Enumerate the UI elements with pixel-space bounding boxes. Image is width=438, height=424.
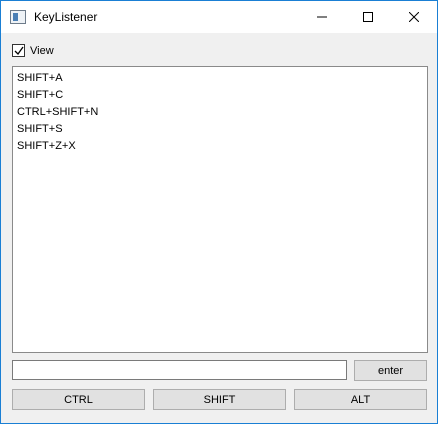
minimize-button[interactable] [299,1,345,33]
window-app-icon [10,10,26,24]
key-log-list[interactable]: SHIFT+A SHIFT+C CTRL+SHIFT+N SHIFT+S SHI… [12,66,428,353]
close-button[interactable] [391,1,437,33]
checkmark-icon [14,46,24,55]
close-icon [409,12,419,22]
view-checkbox-label: View [30,44,54,57]
log-line: CTRL+SHIFT+N [17,106,99,118]
enter-button[interactable]: enter [354,360,427,381]
minimize-icon [317,16,327,18]
log-line: SHIFT+Z+X [17,140,76,152]
maximize-button[interactable] [345,1,391,33]
log-line: SHIFT+C [17,89,64,101]
title-bar[interactable]: KeyListener [1,1,437,33]
log-line: SHIFT+A [17,72,63,84]
shift-button[interactable]: SHIFT [153,389,286,410]
maximize-icon [363,12,373,22]
ctrl-button[interactable]: CTRL [12,389,145,410]
alt-button[interactable]: ALT [294,389,427,410]
app-window: KeyListener View SHIFT+A SHIFT+C CTRL+SH… [0,0,438,424]
view-checkbox-row[interactable]: View [12,44,54,57]
key-entry-input[interactable] [12,360,347,380]
log-line: SHIFT+S [17,123,63,135]
window-title: KeyListener [34,10,98,24]
view-checkbox[interactable] [12,44,25,57]
